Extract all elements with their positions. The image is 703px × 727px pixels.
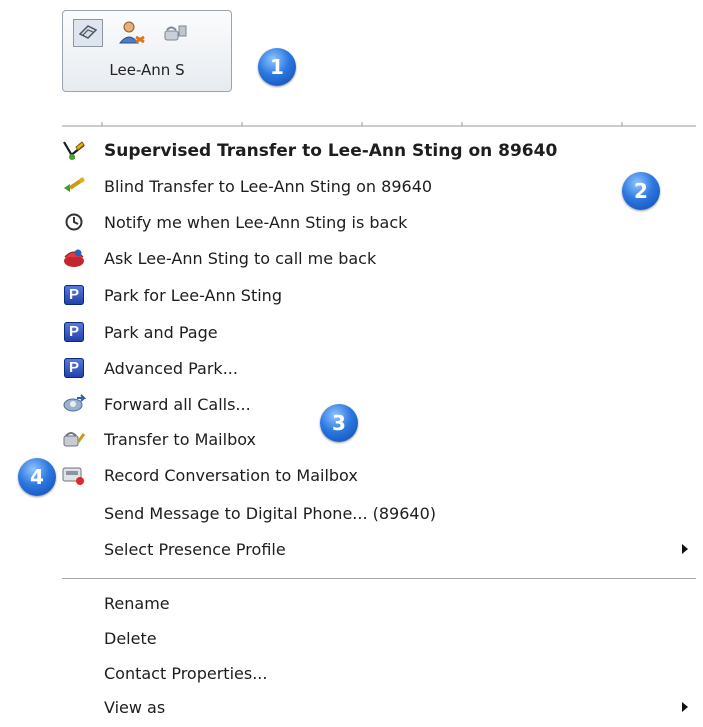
menu-item-notify-back[interactable]: Notify me when Lee-Ann Sting is back <box>62 205 696 239</box>
menu-item-label: Park and Page <box>104 323 218 342</box>
menu-item-send-message[interactable]: Send Message to Digital Phone... (89640) <box>62 496 696 530</box>
menu-item-label: Park for Lee-Ann Sting <box>104 286 282 305</box>
callback-icon <box>62 246 86 270</box>
mailbox-transfer-icon <box>62 427 86 451</box>
menu-item-label: Advanced Park... <box>104 359 238 378</box>
clock-icon <box>62 210 86 234</box>
menu-item-label: Delete <box>104 629 157 648</box>
menu-item-record-conversation[interactable]: Record Conversation to Mailbox <box>62 458 696 492</box>
menu-item-park-for[interactable]: P Park for Lee-Ann Sting <box>62 278 696 312</box>
menu-item-label: Contact Properties... <box>104 664 268 683</box>
menu-separator <box>62 578 696 580</box>
menu-item-blind-transfer[interactable]: Blind Transfer to Lee-Ann Sting on 89640 <box>62 169 696 203</box>
menu-item-advanced-park[interactable]: P Advanced Park... <box>62 351 696 385</box>
menu-item-ask-callback[interactable]: Ask Lee-Ann Sting to call me back <box>62 241 696 275</box>
menu-item-label: Select Presence Profile <box>104 540 286 559</box>
menu-item-label: Rename <box>104 594 170 613</box>
supervised-transfer-icon <box>62 139 86 163</box>
menu-item-forward-all[interactable]: Forward all Calls... <box>62 387 696 421</box>
menu-item-view-as[interactable]: View as <box>62 690 696 724</box>
menu-item-label: Supervised Transfer to Lee-Ann Sting on … <box>104 141 558 161</box>
menu-item-label: Blind Transfer to Lee-Ann Sting on 89640 <box>104 177 433 196</box>
blind-transfer-icon <box>62 174 86 198</box>
menu-item-transfer-mailbox[interactable]: Transfer to Mailbox <box>62 422 696 456</box>
park-icon: P <box>62 356 86 380</box>
menu-item-label: Record Conversation to Mailbox <box>104 466 358 485</box>
submenu-arrow-icon <box>682 544 688 554</box>
menu-item-supervised-transfer[interactable]: Supervised Transfer to Lee-Ann Sting on … <box>62 134 696 168</box>
park-icon: P <box>62 283 86 307</box>
menu-item-rename[interactable]: Rename <box>62 586 696 620</box>
menu-item-label: Send Message to Digital Phone... (89640) <box>104 504 437 523</box>
submenu-arrow-icon <box>682 702 688 712</box>
context-menu: Supervised Transfer to Lee-Ann Sting on … <box>0 0 703 727</box>
menu-item-label: Ask Lee-Ann Sting to call me back <box>104 249 377 268</box>
menu-item-label: View as <box>104 698 166 717</box>
menu-item-select-presence-profile[interactable]: Select Presence Profile <box>62 532 696 566</box>
park-icon: P <box>62 320 86 344</box>
menu-item-label: Notify me when Lee-Ann Sting is back <box>104 213 408 232</box>
menu-item-contact-properties[interactable]: Contact Properties... <box>62 656 696 690</box>
record-icon <box>62 463 86 487</box>
menu-item-label: Transfer to Mailbox <box>104 430 256 449</box>
forward-icon <box>62 392 86 416</box>
menu-item-label: Forward all Calls... <box>104 395 251 414</box>
menu-item-park-and-page[interactable]: P Park and Page <box>62 315 696 349</box>
menu-item-delete[interactable]: Delete <box>62 621 696 655</box>
